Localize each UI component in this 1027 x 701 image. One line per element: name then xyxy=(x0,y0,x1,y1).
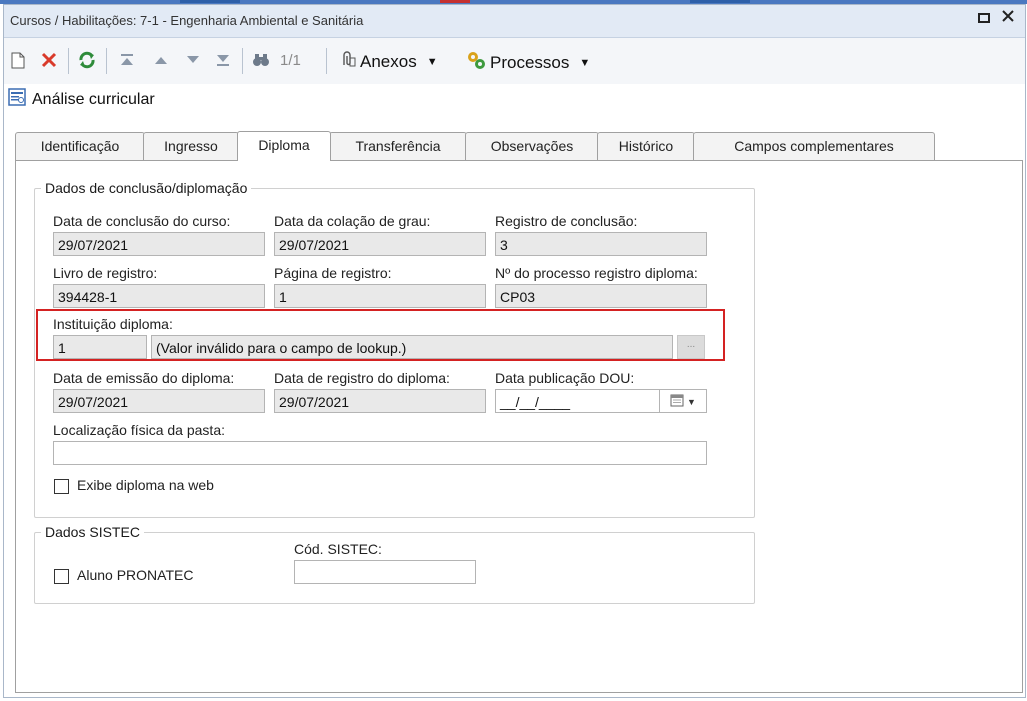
cod-sistec-field[interactable] xyxy=(294,560,476,584)
window-title: Cursos / Habilitações: 7-1 - Engenharia … xyxy=(10,13,364,28)
anexos-menu-button[interactable]: Anexos ▼ xyxy=(338,50,438,73)
delete-record-icon[interactable] xyxy=(38,48,60,72)
instituicao-lookup-button[interactable]: ... xyxy=(677,335,705,359)
data-emissao-field[interactable]: 29/07/2021 xyxy=(53,389,265,413)
toolbar: 1/1 Anexos ▼ Processos ▼ xyxy=(4,38,1025,84)
tab-strip: Identificação Ingresso Diploma Transferê… xyxy=(15,131,935,161)
tab-identificacao[interactable]: Identificação xyxy=(15,132,145,160)
pagina-registro-label: Página de registro: xyxy=(274,265,392,281)
processo-registro-label: Nº do processo registro diploma: xyxy=(495,265,698,281)
next-record-icon[interactable] xyxy=(182,48,204,72)
tab-diploma[interactable]: Diploma xyxy=(237,131,331,161)
section-header: Análise curricular xyxy=(8,88,155,111)
data-conclusao-label: Data de conclusão do curso: xyxy=(53,213,231,229)
anexos-label: Anexos xyxy=(360,51,417,71)
calendar-icon xyxy=(670,390,684,412)
registro-conclusao-label: Registro de conclusão: xyxy=(495,213,638,229)
restore-icon[interactable] xyxy=(978,11,990,28)
localizacao-label: Localização física da pasta: xyxy=(53,422,225,438)
exibe-web-label: Exibe diploma na web xyxy=(77,477,214,493)
pronatec-label: Aluno PRONATEC xyxy=(77,567,194,583)
tab-historico[interactable]: Histórico xyxy=(597,132,695,160)
section-title: Análise curricular xyxy=(32,90,155,108)
data-colacao-field[interactable]: 29/07/2021 xyxy=(274,232,486,256)
data-colacao-label: Data da colação de grau: xyxy=(274,213,431,229)
data-registro-label: Data de registro do diploma: xyxy=(274,370,450,386)
chevron-down-icon: ▼ xyxy=(687,397,696,407)
gears-icon xyxy=(466,50,486,75)
data-publicacao-label: Data publicação DOU: xyxy=(495,370,635,386)
instituicao-code-field[interactable]: 1 xyxy=(53,335,147,359)
data-conclusao-field[interactable]: 29/07/2021 xyxy=(53,232,265,256)
exibe-web-checkbox[interactable] xyxy=(54,479,69,494)
pagina-registro-field[interactable]: 1 xyxy=(274,284,486,308)
registro-conclusao-field[interactable]: 3 xyxy=(495,232,707,256)
binoculars-icon[interactable] xyxy=(250,48,272,72)
tab-transferencia[interactable]: Transferência xyxy=(329,132,467,160)
title-bar: Cursos / Habilitações: 7-1 - Engenharia … xyxy=(4,5,1025,38)
paperclip-icon xyxy=(338,50,356,73)
pronatec-checkbox[interactable] xyxy=(54,569,69,584)
data-publicacao-mask: __/__/____ xyxy=(500,394,571,410)
sistec-legend: Dados SISTEC xyxy=(45,524,140,540)
refresh-icon[interactable] xyxy=(76,48,98,72)
first-record-icon[interactable] xyxy=(116,48,138,72)
tab-campos-complementares[interactable]: Campos complementares xyxy=(693,132,935,160)
form-window: Cursos / Habilitações: 7-1 - Engenharia … xyxy=(3,4,1026,698)
last-record-icon[interactable] xyxy=(212,48,234,72)
data-registro-field[interactable]: 29/07/2021 xyxy=(274,389,486,413)
data-emissao-label: Data de emissão do diploma: xyxy=(53,370,235,386)
close-window-icon[interactable] xyxy=(1002,9,1014,26)
previous-record-icon[interactable] xyxy=(150,48,172,72)
conclusao-legend: Dados de conclusão/diplomação xyxy=(45,180,248,196)
localizacao-field[interactable] xyxy=(53,441,707,465)
calendar-dropdown-button[interactable]: ▼ xyxy=(659,390,706,412)
record-counter: 1/1 xyxy=(280,52,301,69)
new-record-icon[interactable] xyxy=(8,48,28,72)
livro-registro-label: Livro de registro: xyxy=(53,265,158,281)
tab-ingresso[interactable]: Ingresso xyxy=(143,132,239,160)
instituicao-description-field[interactable]: (Valor inválido para o campo de lookup.) xyxy=(151,335,673,359)
livro-registro-field[interactable]: 394428-1 xyxy=(53,284,265,308)
chevron-down-icon: ▼ xyxy=(426,55,438,68)
processos-label: Processos xyxy=(490,52,570,72)
processo-registro-field[interactable]: CP03 xyxy=(495,284,707,308)
data-publicacao-field[interactable]: __/__/____ ▼ xyxy=(495,389,707,413)
cod-sistec-label: Cód. SISTEC: xyxy=(294,541,382,557)
curriculum-analysis-icon xyxy=(8,88,26,111)
tab-observacoes[interactable]: Observações xyxy=(465,132,599,160)
chevron-down-icon: ▼ xyxy=(579,56,591,69)
instituicao-label: Instituição diploma: xyxy=(53,316,173,332)
processos-menu-button[interactable]: Processos ▼ xyxy=(466,50,590,75)
diploma-tab-panel: Dados de conclusão/diplomação Data de co… xyxy=(15,160,1023,693)
